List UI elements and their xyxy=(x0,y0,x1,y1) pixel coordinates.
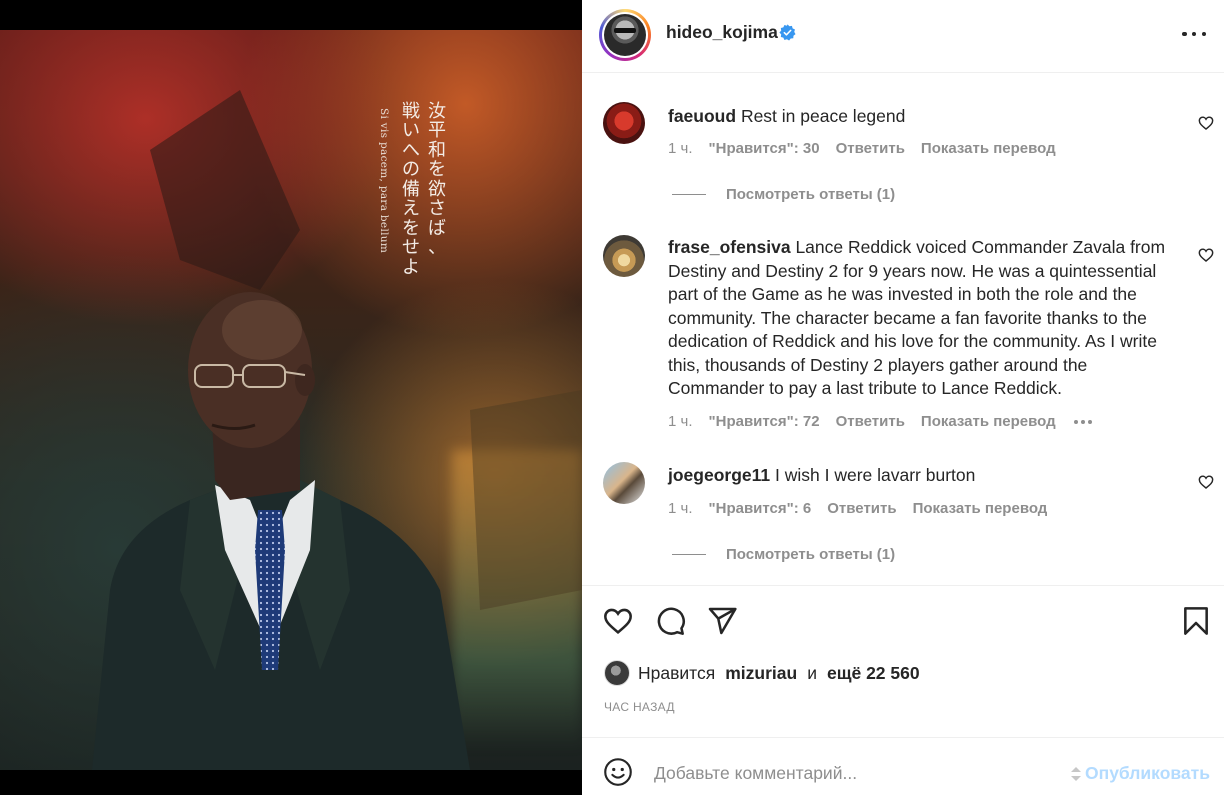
author-avatar[interactable] xyxy=(599,9,651,61)
comment-username[interactable]: faeuoud xyxy=(668,106,736,126)
likes-prefix: Нравится xyxy=(638,662,716,683)
liker-avatar[interactable] xyxy=(604,660,630,686)
reply-button[interactable]: Ответить xyxy=(827,500,896,517)
translate-button[interactable]: Показать перевод xyxy=(913,500,1048,517)
more-dot-icon xyxy=(1191,31,1197,37)
comment-like-heart-icon[interactable] xyxy=(1198,474,1214,490)
comment-more-options-icon[interactable] xyxy=(1073,419,1092,424)
post-actions xyxy=(582,587,1224,647)
latin-caption: Si vis pacem, para bellum xyxy=(378,108,390,254)
japanese-character: せ xyxy=(402,237,420,259)
japanese-character: へ xyxy=(402,139,420,161)
comment-text: frase_ofensiva Lance Reddick voiced Comm… xyxy=(668,236,1178,401)
add-comment-bar: Опубликовать xyxy=(582,737,1224,795)
comment-username[interactable]: joegeorge11 xyxy=(668,465,770,485)
view-replies-line xyxy=(672,194,706,195)
comment-icon[interactable] xyxy=(654,605,686,637)
comments-list: faeuoud Rest in peace legend 1 ч. "Нрави… xyxy=(582,74,1224,586)
comment-time[interactable]: 1 ч. xyxy=(668,500,693,517)
more-dot-icon xyxy=(1201,31,1206,37)
comment-input[interactable] xyxy=(654,760,1054,786)
view-replies-button[interactable]: Посмотреть ответы (1) xyxy=(672,186,895,203)
comment-username[interactable]: frase_ofensiva xyxy=(668,237,791,257)
japanese-character: 備 xyxy=(402,178,420,200)
bookmark-icon[interactable] xyxy=(1180,605,1212,637)
likes-conjunction: и xyxy=(807,662,817,683)
japanese-character: よ xyxy=(402,256,420,278)
liker-username[interactable]: mizuriau xyxy=(725,663,797,684)
view-replies-label: Посмотреть ответы (1) xyxy=(726,186,896,203)
reply-button[interactable]: Ответить xyxy=(836,140,905,157)
comment-body: Lance Reddick voiced Commander Zavala fr… xyxy=(668,237,1166,398)
comment-time[interactable]: 1 ч. xyxy=(668,413,693,430)
japanese-character: 平 xyxy=(428,120,446,142)
post-image: 汝平和を欲さば、 戦いへの備えをせよ Si vis pacem, para be… xyxy=(0,30,582,770)
japanese-character: 欲 xyxy=(428,178,446,200)
japanese-character: い xyxy=(402,120,420,142)
comment-avatar[interactable] xyxy=(603,102,645,144)
author-username[interactable]: hideo_kojima xyxy=(666,22,778,43)
verified-badge-icon xyxy=(779,24,796,41)
comment-body: I wish I were lavarr burton xyxy=(775,465,976,485)
japanese-character: ば xyxy=(428,217,446,239)
heart-icon[interactable] xyxy=(602,605,634,637)
more-dot-icon xyxy=(1182,31,1187,37)
post-sidebar: hideo_kojima faeuoud Rest in peace legen… xyxy=(582,0,1224,795)
view-replies-button[interactable]: Посмотреть ответы (1) xyxy=(672,546,895,563)
comment-body: Rest in peace legend xyxy=(740,106,906,126)
view-replies-label: Посмотреть ответы (1) xyxy=(726,546,896,563)
comment-likes[interactable]: "Нравится": 30 xyxy=(709,140,820,157)
reply-button[interactable]: Ответить xyxy=(836,413,905,430)
japanese-character: を xyxy=(402,217,420,239)
japanese-character: 戦 xyxy=(402,101,420,122)
comment-meta: 1 ч. "Нравится": 6 Ответить Показать пер… xyxy=(668,500,1063,517)
comment-likes[interactable]: "Нравится": 6 xyxy=(709,500,812,517)
translate-button[interactable]: Показать перевод xyxy=(921,140,1056,157)
japanese-character: 和 xyxy=(428,139,446,161)
translate-button[interactable]: Показать перевод xyxy=(921,413,1056,430)
japanese-character: を xyxy=(428,159,446,181)
more-options-button[interactable] xyxy=(1182,24,1206,44)
resize-handle-icon[interactable] xyxy=(1069,764,1083,784)
comment-text: faeuoud Rest in peace legend xyxy=(668,105,1178,129)
likes-summary: Нравится mizuriau и ещё 22 560 xyxy=(604,660,920,686)
comment-meta: 1 ч. "Нравится": 72 Ответить Показать пе… xyxy=(668,413,1108,430)
share-icon[interactable] xyxy=(706,605,738,637)
japanese-character: さ xyxy=(428,198,446,220)
author-avatar-image xyxy=(604,14,646,56)
japanese-text-line-1: 汝平和を欲さば、 xyxy=(428,102,446,258)
comment-like-heart-icon[interactable] xyxy=(1198,247,1214,263)
post-media[interactable]: 汝平和を欲さば、 戦いへの備えをせよ Si vis pacem, para be… xyxy=(0,0,582,795)
japanese-character: 、 xyxy=(428,237,446,259)
view-replies-line xyxy=(672,554,706,555)
post-header: hideo_kojima xyxy=(582,0,1224,73)
comment-like-heart-icon[interactable] xyxy=(1198,115,1214,131)
post-timestamp[interactable]: ЧАС НАЗАД xyxy=(604,700,675,714)
japanese-text-line-2: 戦いへの備えをせよ xyxy=(402,102,420,277)
comment-avatar[interactable] xyxy=(603,235,645,277)
comment-text: joegeorge11 I wish I were lavarr burton xyxy=(668,464,1178,488)
japanese-character: の xyxy=(402,159,420,181)
comment-likes[interactable]: "Нравится": 72 xyxy=(709,413,820,430)
likes-count-link[interactable]: ещё 22 560 xyxy=(827,663,920,684)
comment-avatar[interactable] xyxy=(603,462,645,504)
japanese-character: 汝 xyxy=(428,101,446,122)
portrait-figure xyxy=(92,90,582,770)
publish-button[interactable]: Опубликовать xyxy=(1085,763,1210,784)
comment-time[interactable]: 1 ч. xyxy=(668,140,693,157)
comment-meta: 1 ч. "Нравится": 30 Ответить Показать пе… xyxy=(668,140,1072,157)
emoji-icon[interactable] xyxy=(603,757,633,787)
japanese-character: え xyxy=(402,198,420,220)
